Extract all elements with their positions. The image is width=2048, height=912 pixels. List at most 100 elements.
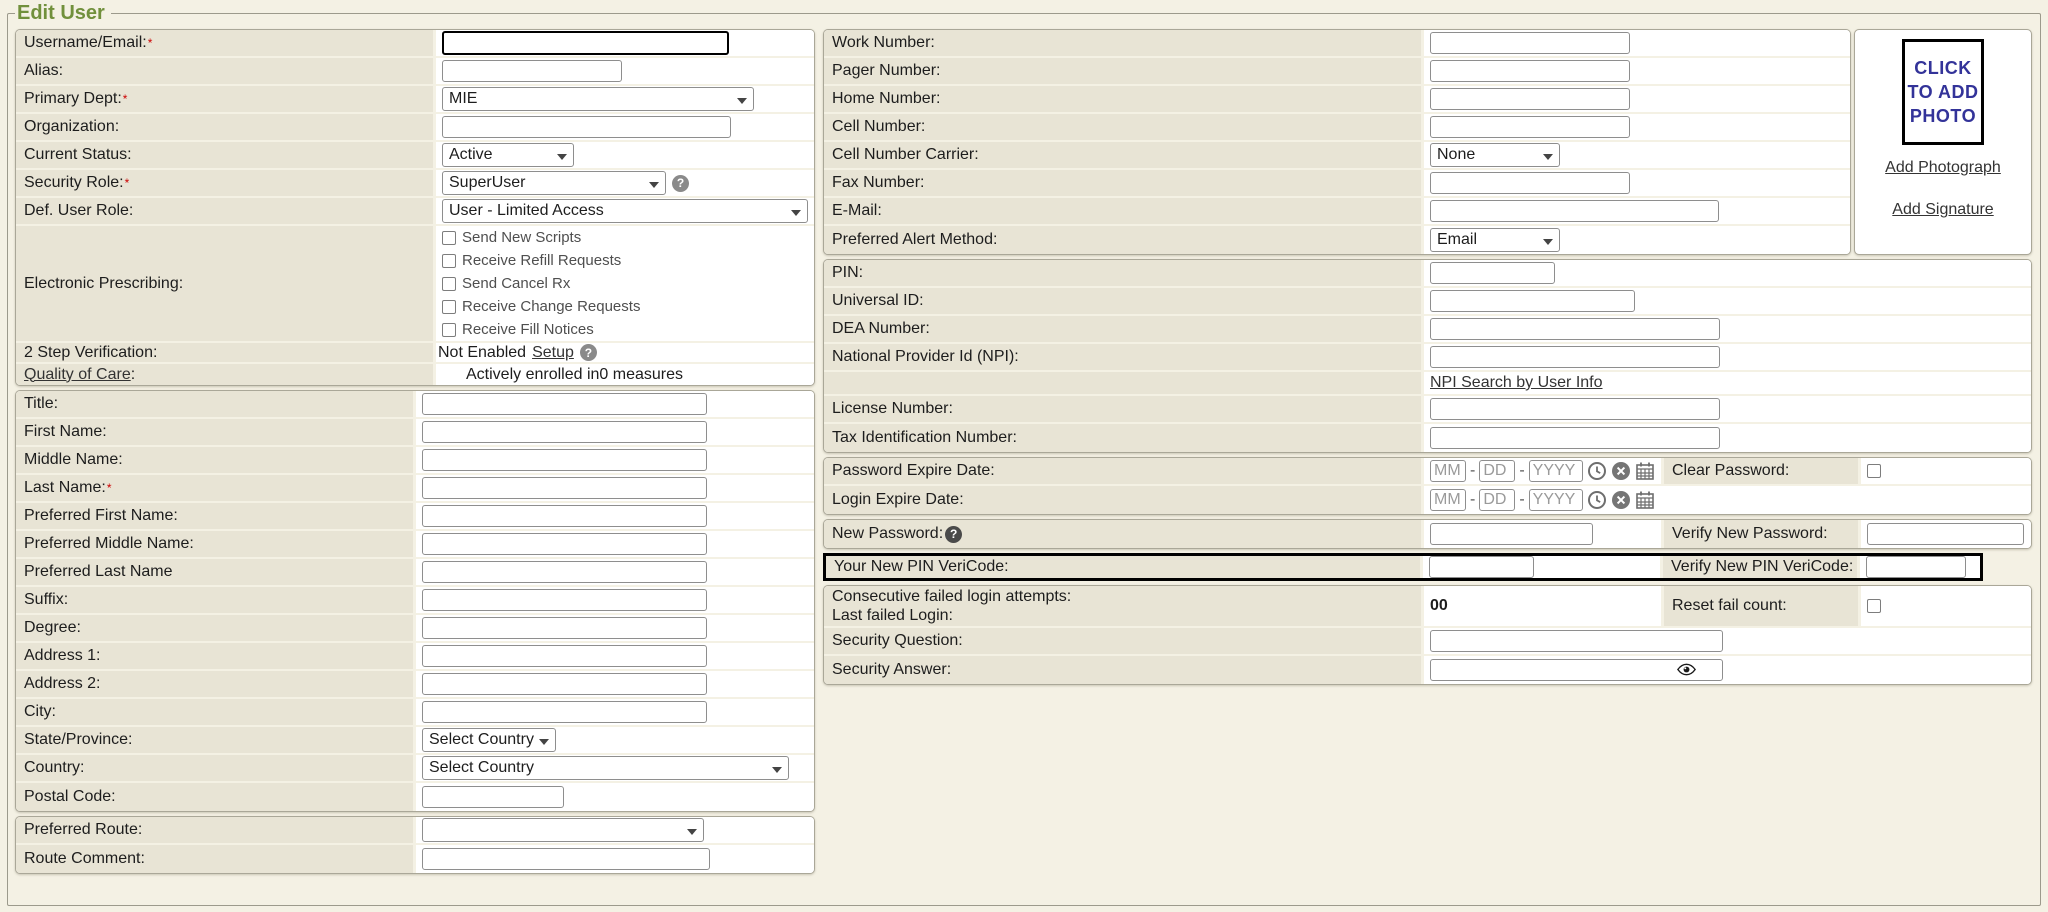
middle-name-input[interactable]	[422, 449, 707, 471]
state-select[interactable]: Select Country	[422, 728, 556, 752]
home-number-input[interactable]	[1430, 88, 1630, 110]
organization-label: Organization:	[24, 118, 119, 136]
pager-number-input[interactable]	[1430, 60, 1630, 82]
pref-middle-name-input[interactable]	[422, 533, 707, 555]
expire-panel: Password Expire Date: - - Clear Password…	[823, 457, 2032, 515]
clear-date-icon[interactable]	[1611, 490, 1631, 510]
row-email: E-Mail:	[824, 198, 1850, 226]
required-marker: *	[107, 481, 112, 495]
pwd-expire-mm-input[interactable]	[1430, 460, 1466, 482]
two-step-setup-link[interactable]: Setup	[532, 344, 574, 362]
chevron-down-icon	[1543, 239, 1553, 245]
add-photograph-link[interactable]: Add Photograph	[1885, 159, 2001, 177]
verify-vericode-label: Verify New PIN VeriCode:	[1671, 558, 1853, 576]
row-security-answer: Security Answer:	[824, 656, 2031, 684]
suffix-input[interactable]	[422, 589, 707, 611]
dea-number-input[interactable]	[1430, 318, 1720, 340]
quality-of-care-link[interactable]: Quality of Care	[24, 366, 131, 384]
row-work-number: Work Number:	[824, 30, 1850, 58]
title-input[interactable]	[422, 393, 707, 415]
work-number-input[interactable]	[1430, 32, 1630, 54]
pref-first-name-label: Preferred First Name:	[24, 507, 178, 525]
required-marker: *	[125, 176, 130, 190]
security-role-select[interactable]: SuperUser	[442, 171, 666, 195]
eprescribing-option: Send Cancel Rx	[442, 272, 640, 295]
verify-vericode-input[interactable]	[1866, 556, 1966, 578]
pin-input[interactable]	[1430, 262, 1555, 284]
fax-number-input[interactable]	[1430, 172, 1630, 194]
cell-carrier-select[interactable]: None	[1430, 143, 1560, 167]
help-icon[interactable]: ?	[672, 175, 689, 192]
login-expire-label: Login Expire Date:	[832, 491, 964, 509]
postal-input[interactable]	[422, 786, 564, 808]
clock-icon[interactable]	[1587, 461, 1607, 481]
username-input[interactable]	[442, 31, 729, 55]
verify-password-input[interactable]	[1867, 523, 2024, 545]
last-name-input[interactable]	[422, 477, 707, 499]
pwd-expire-label: Password Expire Date:	[832, 462, 995, 480]
send-cancel-rx-checkbox[interactable]	[442, 277, 456, 291]
eye-icon[interactable]	[1677, 663, 1697, 683]
receive-change-requests-checkbox[interactable]	[442, 300, 456, 314]
login-expire-mm-input[interactable]	[1430, 489, 1466, 511]
cell-number-input[interactable]	[1430, 116, 1630, 138]
clear-password-checkbox[interactable]	[1867, 464, 1881, 478]
reset-fail-count-checkbox[interactable]	[1867, 599, 1881, 613]
title-label: Title:	[24, 395, 58, 413]
first-name-input[interactable]	[422, 421, 707, 443]
login-expire-yyyy-input[interactable]	[1529, 489, 1583, 511]
row-country: Country: Select Country	[16, 755, 814, 783]
pref-first-name-input[interactable]	[422, 505, 707, 527]
send-new-scripts-checkbox[interactable]	[442, 231, 456, 245]
alias-input[interactable]	[442, 60, 622, 82]
calendar-icon[interactable]	[1635, 461, 1655, 481]
calendar-icon[interactable]	[1635, 490, 1655, 510]
address1-input[interactable]	[422, 645, 707, 667]
help-icon[interactable]: ?	[945, 526, 962, 543]
help-icon[interactable]: ?	[580, 344, 597, 361]
email-input[interactable]	[1430, 200, 1719, 222]
pin-vericode-label: Your New PIN VeriCode:	[834, 558, 1009, 576]
npi-input[interactable]	[1430, 346, 1720, 368]
clear-date-icon[interactable]	[1611, 461, 1631, 481]
tax-id-input[interactable]	[1430, 427, 1720, 449]
add-photo-box[interactable]: CLICK TO ADD PHOTO	[1902, 39, 1984, 145]
eprescribing-option: Receive Refill Requests	[442, 249, 640, 272]
login-expire-dd-input[interactable]	[1479, 489, 1515, 511]
receive-refill-requests-checkbox[interactable]	[442, 254, 456, 268]
clock-icon[interactable]	[1587, 490, 1607, 510]
universal-id-input[interactable]	[1430, 290, 1635, 312]
add-signature-link[interactable]: Add Signature	[1892, 201, 1993, 219]
failed-attempts-value: 00	[1430, 597, 1448, 615]
new-password-input[interactable]	[1430, 523, 1593, 545]
pin-vericode-input[interactable]	[1429, 556, 1534, 578]
pref-last-name-input[interactable]	[422, 561, 707, 583]
license-input[interactable]	[1430, 398, 1720, 420]
row-primary-dept: Primary Dept:* MIE	[16, 86, 814, 114]
security-question-label: Security Question:	[832, 632, 963, 650]
chevron-down-icon	[772, 767, 782, 773]
security-question-input[interactable]	[1430, 630, 1723, 652]
first-name-label: First Name:	[24, 423, 107, 441]
npi-search-link[interactable]: NPI Search by User Info	[1430, 374, 1603, 392]
def-user-role-select[interactable]: User - Limited Access	[442, 199, 808, 223]
pwd-expire-dd-input[interactable]	[1479, 460, 1515, 482]
organization-input[interactable]	[442, 116, 731, 138]
pref-route-select[interactable]	[422, 818, 704, 842]
degree-input[interactable]	[422, 617, 707, 639]
row-home-number: Home Number:	[824, 86, 1850, 114]
primary-dept-select[interactable]: MIE	[442, 87, 754, 111]
route-comment-input[interactable]	[422, 848, 710, 870]
address2-input[interactable]	[422, 673, 707, 695]
security-panel: Consecutive failed login attempts: Last …	[823, 585, 2032, 685]
city-input[interactable]	[422, 701, 707, 723]
row-address1: Address 1:	[16, 643, 814, 671]
page-title: Edit User	[15, 2, 111, 25]
pwd-expire-yyyy-input[interactable]	[1529, 460, 1583, 482]
receive-fill-notices-checkbox[interactable]	[442, 323, 456, 337]
alert-method-select[interactable]: Email	[1430, 228, 1560, 252]
current-status-select[interactable]: Active	[442, 143, 574, 167]
country-select[interactable]: Select Country	[422, 756, 789, 780]
row-two-step: 2 Step Verification: Not EnabledSetup?	[16, 343, 814, 364]
row-organization: Organization:	[16, 114, 814, 142]
